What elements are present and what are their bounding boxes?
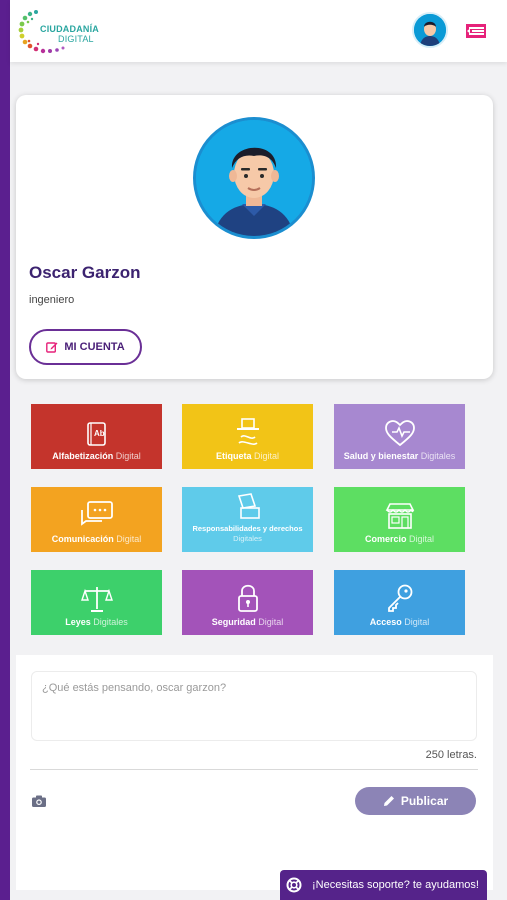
- key-icon: [387, 584, 412, 612]
- camera-icon: [32, 795, 46, 807]
- post-placeholder: ¿Qué estás pensando, oscar garzon?: [42, 682, 227, 694]
- tile-salud-bienestar-digitales[interactable]: Salud y bienestar Digitales: [334, 404, 465, 469]
- category-grid: Ab Alfabetización Digital Etiqueta Digit…: [31, 404, 465, 636]
- menu-button[interactable]: [466, 22, 486, 40]
- tile-label: Leyes Digitales: [65, 617, 128, 627]
- tile-responsabilidades-derechos[interactable]: Responsabilidades y derechos Digitales: [182, 487, 313, 552]
- scales-icon: [80, 587, 113, 612]
- tile-acceso-digital[interactable]: Acceso Digital: [334, 570, 465, 635]
- logo-text: CIUDADANÍA DIGITAL: [40, 24, 99, 44]
- pencil-icon: [383, 796, 394, 806]
- publish-label: Publicar: [400, 794, 449, 808]
- tile-label: Acceso Digital: [369, 617, 430, 627]
- tile-leyes-digitales[interactable]: Leyes Digitales: [31, 570, 162, 635]
- hat-icon: [236, 418, 259, 445]
- logo-line-2: DIGITAL: [58, 34, 94, 44]
- profile-avatar-icon: [196, 120, 312, 236]
- post-input[interactable]: ¿Qué estás pensando, oscar garzon?: [31, 671, 477, 741]
- svg-text:Ab: Ab: [94, 429, 105, 438]
- heart-pulse-icon: [384, 420, 415, 447]
- tile-label: Etiqueta Digital: [215, 451, 280, 461]
- store-icon: [385, 503, 414, 529]
- letter-counter: 250 letras.: [425, 749, 477, 761]
- my-account-button[interactable]: MI CUENTA: [29, 329, 142, 365]
- profile-avatar: [193, 117, 315, 239]
- tile-label: Salud y bienestar Digitales: [343, 451, 456, 461]
- profile-role: ingeniero: [29, 294, 75, 306]
- profile-name: Oscar Garzon: [29, 263, 141, 282]
- composer-divider: [30, 769, 478, 770]
- camera-button[interactable]: [32, 794, 46, 807]
- padlock-icon: [237, 584, 258, 612]
- tile-alfabetizacion-digital[interactable]: Ab Alfabetización Digital: [31, 404, 162, 469]
- tile-label: Comunicación Digital: [51, 534, 142, 544]
- ballot-icon: [237, 493, 260, 519]
- ciudadania-digital-logo[interactable]: CIUDADANÍA DIGITAL: [16, 6, 100, 58]
- tile-comercio-digital[interactable]: Comercio Digital: [334, 487, 465, 552]
- tile-label: Seguridad Digital: [211, 617, 284, 627]
- tile-etiqueta-digital[interactable]: Etiqueta Digital: [182, 404, 313, 469]
- publish-button[interactable]: Publicar: [355, 787, 476, 815]
- user-avatar[interactable]: [412, 12, 448, 48]
- support-chat-button[interactable]: ¡Necesitas soporte? te ayudamos!: [280, 870, 487, 900]
- menu-icon: [466, 24, 486, 38]
- tile-label: Responsabilidades y derechos Digitales: [192, 524, 303, 543]
- edit-icon: [46, 342, 58, 353]
- chat-bubbles-icon: [80, 501, 113, 526]
- logo-line-1: CIUDADANÍA: [40, 24, 99, 34]
- tile-label: Alfabetización Digital: [52, 451, 141, 461]
- user-avatar-icon: [414, 14, 446, 46]
- book-ab-icon: Ab: [86, 422, 106, 446]
- my-account-label: MI CUENTA: [64, 341, 125, 353]
- tile-comunicacion-digital[interactable]: Comunicación Digital: [31, 487, 162, 552]
- profile-card: Oscar Garzon ingeniero MI CUENTA: [16, 95, 493, 379]
- lifebuoy-icon: [286, 877, 302, 893]
- tile-label: Comercio Digital: [364, 534, 435, 544]
- top-bar: CIUDADANÍA DIGITAL: [10, 0, 507, 62]
- tile-seguridad-digital[interactable]: Seguridad Digital: [182, 570, 313, 635]
- post-composer: ¿Qué estás pensando, oscar garzon? 250 l…: [16, 655, 493, 890]
- support-label: ¡Necesitas soporte? te ayudamos!: [312, 879, 479, 891]
- left-sidebar-strip: [0, 0, 10, 900]
